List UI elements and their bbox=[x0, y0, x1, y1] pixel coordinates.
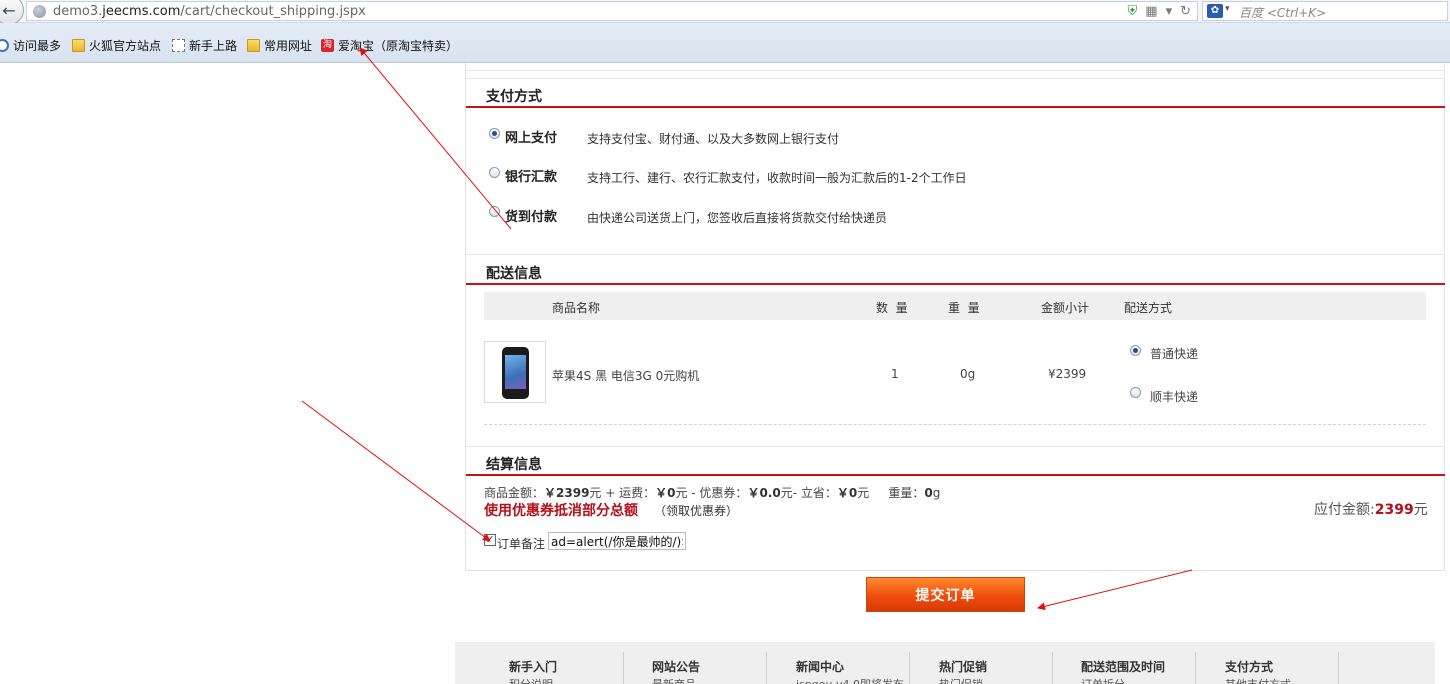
folder-icon bbox=[72, 39, 85, 52]
search-engine-dropdown-icon[interactable]: ▾ bbox=[1225, 4, 1230, 14]
footer-col-title[interactable]: 热门促销 bbox=[939, 658, 987, 675]
use-coupon-link[interactable]: 使用优惠券抵消部分总额 bbox=[484, 500, 638, 520]
annotation-arrow bbox=[1037, 569, 1193, 611]
footer-col-link[interactable]: 最新商品 bbox=[652, 676, 696, 684]
order-remark-label: 订单备注 bbox=[497, 537, 546, 551]
total-value: 2399 bbox=[1374, 502, 1414, 518]
get-coupon-link[interactable]: （领取优惠券） bbox=[654, 502, 738, 519]
product-image[interactable] bbox=[484, 341, 546, 403]
payment-radio-cod[interactable] bbox=[489, 206, 500, 217]
col-quantity: 数 量 bbox=[876, 301, 908, 315]
footer-col-link[interactable]: 积分说明 bbox=[509, 676, 553, 684]
order-table-header: 商品名称 数 量 重 量 金额小计 配送方式 bbox=[484, 292, 1426, 320]
bookmark-common-sites[interactable]: 常用网址 bbox=[247, 37, 312, 54]
payment-section-title: 支付方式 bbox=[486, 89, 542, 105]
footer-col-link[interactable]: jspgou v4.0即将发布 bbox=[796, 676, 904, 684]
footer-col-title[interactable]: 配送范围及时间 bbox=[1081, 658, 1165, 675]
back-arrow-icon[interactable]: ← bbox=[0, 0, 24, 25]
bookmarks-bar: 访问最多 火狐官方站点 新手上路 常用网址 淘爱淘宝（原淘宝特卖） bbox=[0, 23, 1450, 63]
divider bbox=[466, 446, 1445, 447]
annotation-arrow bbox=[301, 400, 491, 542]
footer-col-link[interactable]: 其他支付方式 bbox=[1225, 676, 1291, 684]
dropdown-icon[interactable]: ▾ bbox=[1166, 4, 1173, 19]
col-weight: 重 量 bbox=[948, 301, 980, 315]
order-remark-checkbox[interactable]: ✓ bbox=[484, 534, 496, 546]
product-name-link[interactable]: 苹果4S 黑 电信3G 0元购机 bbox=[552, 367, 699, 384]
payment-radio-online[interactable] bbox=[489, 128, 500, 139]
col-product-name: 商品名称 bbox=[552, 301, 601, 315]
bookmark-getting-started[interactable]: 新手上路 bbox=[172, 37, 237, 54]
settlement-summary: 商品金额：￥2399元 + 运费：￥0元 - 优惠券：￥0.0元- 立省：￥0元… bbox=[484, 486, 941, 500]
footer-col-title[interactable]: 新手入门 bbox=[509, 658, 557, 675]
shield-icon[interactable]: ⛨ bbox=[1128, 4, 1138, 19]
globe-icon bbox=[33, 5, 46, 18]
shipping-option-label: 普通快递 bbox=[1150, 347, 1199, 361]
baidu-paw-icon[interactable]: ✿ bbox=[1207, 4, 1223, 18]
browser-toolbar: ← demo3.jeecms.com/cart/checkout_shippin… bbox=[0, 0, 1450, 25]
site-footer: 新手入门 积分说明 网站公告 最新商品 新闻中心 jspgou v4.0即将发布… bbox=[455, 642, 1435, 684]
delivery-title-underline bbox=[466, 283, 1445, 285]
qr-code-icon[interactable]: ▦ bbox=[1145, 4, 1157, 19]
footer-col-link[interactable]: 订单拆分 bbox=[1081, 676, 1125, 684]
settlement-section-title: 结算信息 bbox=[486, 457, 542, 473]
item-weight: 0g bbox=[960, 367, 976, 381]
search-placeholder: 百度 <Ctrl+K> bbox=[1239, 6, 1327, 20]
footer-col-link[interactable]: 热门促销 bbox=[939, 676, 983, 684]
page-icon bbox=[172, 39, 185, 52]
footer-separator bbox=[766, 652, 767, 684]
shipping-option-label: 顺丰快递 bbox=[1150, 390, 1199, 404]
taobao-icon: 淘 bbox=[321, 39, 334, 52]
footer-separator bbox=[909, 652, 910, 684]
divider bbox=[466, 70, 1445, 71]
delivery-section-title: 配送信息 bbox=[486, 266, 542, 282]
payment-option-label: 银行汇款 bbox=[505, 170, 558, 185]
submit-order-button[interactable]: 提交订单 bbox=[866, 577, 1025, 612]
payment-radio-bank-transfer[interactable] bbox=[489, 167, 500, 178]
col-shipping: 配送方式 bbox=[1124, 301, 1173, 315]
item-subtotal: ¥2399 bbox=[1048, 367, 1087, 381]
bookmark-most-visited[interactable]: 访问最多 bbox=[0, 37, 61, 54]
payment-option-desc: 支持工行、建行、农行汇款支付，收款时间一般为汇款后的1-2个工作日 bbox=[587, 171, 967, 185]
bookmark-aitaobao[interactable]: 淘爱淘宝（原淘宝特卖） bbox=[321, 37, 458, 54]
settlement-title-underline bbox=[466, 474, 1445, 476]
payment-title-underline bbox=[466, 106, 1445, 108]
item-quantity: 1 bbox=[891, 367, 899, 381]
total-payable: 应付金额:2399元 bbox=[1314, 502, 1428, 518]
footer-col-title[interactable]: 网站公告 bbox=[652, 658, 700, 675]
shipping-radio-sf-express[interactable] bbox=[1130, 387, 1141, 398]
footer-separator bbox=[1052, 652, 1053, 684]
most-visited-icon bbox=[0, 39, 9, 52]
item-separator bbox=[484, 424, 1426, 425]
search-box[interactable]: ✿ ▾ 百度 <Ctrl+K> bbox=[1202, 1, 1448, 21]
shipping-radio-normal[interactable] bbox=[1130, 345, 1141, 356]
divider bbox=[466, 78, 1445, 79]
iphone-image bbox=[502, 347, 529, 399]
address-bar[interactable]: demo3.jeecms.com/cart/checkout_shipping.… bbox=[26, 1, 1198, 21]
url-text: demo3.jeecms.com/cart/checkout_shipping.… bbox=[53, 4, 366, 19]
payment-option-desc: 由快递公司送货上门，您签收后直接将货款交付给快递员 bbox=[587, 211, 888, 225]
order-remark-input[interactable] bbox=[548, 532, 686, 550]
divider bbox=[466, 254, 1445, 255]
folder-icon bbox=[247, 39, 260, 52]
footer-separator bbox=[1338, 652, 1339, 684]
footer-col-title[interactable]: 支付方式 bbox=[1225, 658, 1273, 675]
payment-option-label: 网上支付 bbox=[505, 131, 558, 146]
footer-separator bbox=[1195, 652, 1196, 684]
payment-option-desc: 支持支付宝、财付通、以及大多数网上银行支付 bbox=[587, 132, 840, 146]
footer-separator bbox=[623, 652, 624, 684]
col-subtotal: 金额小计 bbox=[1041, 301, 1090, 315]
bookmark-firefox-site[interactable]: 火狐官方站点 bbox=[72, 37, 161, 54]
reload-icon[interactable]: ↻ bbox=[1180, 4, 1191, 19]
footer-col-title[interactable]: 新闻中心 bbox=[796, 658, 844, 675]
payment-option-label: 货到付款 bbox=[505, 210, 558, 225]
